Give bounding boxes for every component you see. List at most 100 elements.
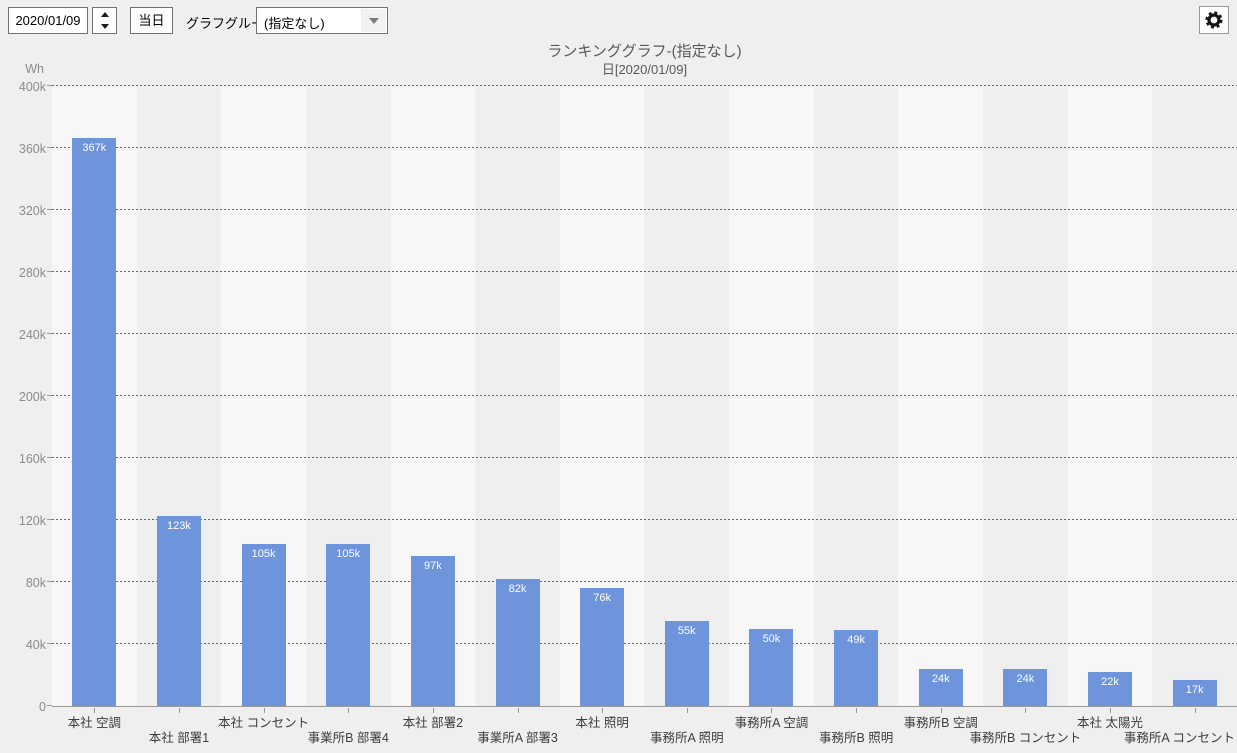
category-band: 82k [475, 87, 560, 706]
chart-bar[interactable]: 49k [834, 630, 878, 706]
x-axis-category-label: 事務所B 照明 [819, 727, 893, 746]
x-axis-category-label: 事業所B 部署4 [308, 727, 389, 746]
chart-bar[interactable]: 76k [580, 588, 624, 706]
y-axis-tick-label: 40k [26, 638, 46, 652]
gridline [52, 209, 1237, 210]
category-band: 24k [898, 87, 983, 706]
y-axis-tick-label: 0 [39, 700, 46, 714]
triangle-down-icon [101, 24, 109, 29]
chart-bar[interactable]: 55k [665, 621, 709, 706]
x-axis-tick [1195, 708, 1196, 713]
x-axis-category-label: 事業所A 部署3 [477, 727, 558, 746]
gridline [52, 643, 1237, 644]
category-band: 105k [306, 87, 391, 706]
bar-value-label: 24k [1003, 669, 1047, 685]
x-axis-category-label: 事務所A 空調 [735, 712, 809, 731]
category-band: 22k [1068, 87, 1153, 706]
x-axis-tick [1025, 708, 1026, 713]
graph-group-selected-value: (指定なし) [264, 13, 325, 32]
y-axis-tick-label: 320k [19, 204, 46, 218]
chart-subtitle: 日[2020/01/09] [52, 59, 1237, 78]
gridline [52, 519, 1237, 520]
y-axis-labels: 040k80k120k160k200k240k280k320k360k400k [0, 87, 46, 707]
x-axis-category-label: 本社 空調 [68, 712, 121, 731]
x-axis-category-label: 本社 コンセント [218, 712, 309, 731]
graph-group-select[interactable]: (指定なし) [256, 7, 388, 34]
y-axis-tick-label: 280k [19, 266, 46, 280]
gear-icon [1204, 10, 1224, 30]
bar-value-label: 367k [72, 138, 116, 154]
app-window: 当日 グラフグループ: (指定なし) ランキンググラフ-(指定なし) 日[202… [0, 0, 1237, 753]
date-spinner [92, 7, 117, 34]
bar-value-label: 49k [834, 630, 878, 646]
plot-area: 367k 123k 105k 105k 97k 82k 76k 55k 50k 49k 24k 24k… [52, 87, 1237, 707]
gridline [52, 395, 1237, 396]
y-axis-tick-label: 400k [19, 80, 46, 94]
toolbar: 当日 グラフグループ: (指定なし) [0, 0, 1237, 40]
chart-title: ランキンググラフ-(指定なし) [52, 40, 1237, 61]
bar-value-label: 17k [1173, 680, 1217, 696]
x-axis-category-label: 事務所B コンセント [969, 727, 1081, 746]
bar-value-label: 82k [496, 579, 540, 595]
bar-value-label: 105k [326, 544, 370, 560]
x-axis-category-label: 事務所B 空調 [904, 712, 978, 731]
x-axis-category-label: 事務所A 照明 [650, 727, 724, 746]
category-band: 50k [729, 87, 814, 706]
bar-value-label: 22k [1088, 672, 1132, 688]
y-axis-tick-label: 120k [19, 514, 46, 528]
x-axis-labels: 本社 空調本社 部署1 本社 コンセント事業所B 部署4 本社 部署2 事業所A 部署… [52, 708, 1237, 750]
gridline [52, 333, 1237, 334]
bar-value-label: 24k [919, 669, 963, 685]
x-axis-category-label: 本社 照明 [575, 712, 628, 731]
bar-value-label: 55k [665, 621, 709, 637]
chart-bar[interactable]: 105k [326, 544, 370, 706]
x-axis-tick [518, 708, 519, 713]
category-band: 17k [1152, 87, 1237, 706]
bar-value-label: 105k [242, 544, 286, 560]
x-axis-category-label: 事務所A コンセント [1124, 727, 1235, 746]
date-spin-down-button[interactable] [93, 21, 116, 34]
gridline [52, 147, 1237, 148]
category-band: 24k [983, 87, 1068, 706]
y-axis-tick-label: 360k [19, 142, 46, 156]
chart-bar[interactable]: 123k [157, 516, 201, 706]
bar-value-label: 50k [749, 629, 793, 645]
bar-value-label: 76k [580, 588, 624, 604]
gridline [52, 457, 1237, 458]
x-axis-category-label: 本社 部署1 [149, 727, 209, 746]
dropdown-arrow-zone[interactable] [361, 9, 386, 32]
chevron-down-icon [369, 18, 379, 24]
category-band: 76k [560, 87, 645, 706]
category-band: 55k [644, 87, 729, 706]
gridline [52, 85, 1237, 86]
category-band: 97k [391, 87, 476, 706]
chart-bar[interactable]: 367k [72, 138, 116, 706]
chart-bar[interactable]: 24k [1003, 669, 1047, 706]
settings-button[interactable] [1199, 6, 1229, 34]
chart-bar[interactable]: 82k [496, 579, 540, 706]
y-axis-tick [47, 705, 52, 706]
category-band: 105k [221, 87, 306, 706]
date-input[interactable] [8, 7, 88, 34]
gridline [52, 581, 1237, 582]
y-axis-tick-label: 200k [19, 390, 46, 404]
chart-bar[interactable]: 50k [749, 629, 793, 706]
bar-value-label: 97k [411, 556, 455, 572]
chart-bar[interactable]: 105k [242, 544, 286, 706]
category-band: 123k [137, 87, 222, 706]
x-axis-tick [179, 708, 180, 713]
date-spin-up-button[interactable] [93, 8, 116, 21]
chart-bar[interactable]: 22k [1088, 672, 1132, 706]
x-axis-tick [687, 708, 688, 713]
chart-bar[interactable]: 17k [1173, 680, 1217, 706]
today-button[interactable]: 当日 [130, 7, 173, 34]
y-axis-unit-label: Wh [0, 62, 44, 76]
y-axis-tick-label: 240k [19, 328, 46, 342]
bar-value-label: 123k [157, 516, 201, 532]
x-axis-tick [856, 708, 857, 713]
category-band: 49k [814, 87, 899, 706]
x-axis-tick [348, 708, 349, 713]
x-axis-category-label: 本社 部署2 [403, 712, 463, 731]
chart-bar[interactable]: 24k [919, 669, 963, 706]
chart-bar[interactable]: 97k [411, 556, 455, 706]
